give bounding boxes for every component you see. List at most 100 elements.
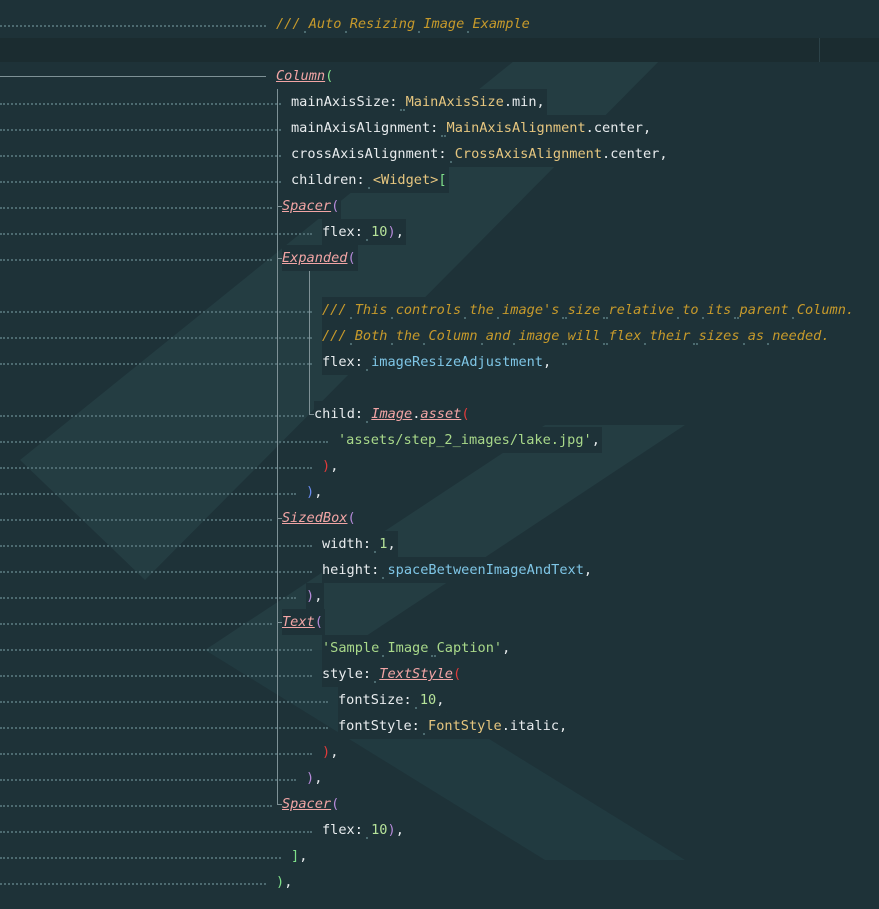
whitespace-dot [559,302,567,318]
code-token: Caption' [436,640,503,656]
whitespace-dot [363,822,371,838]
code-line[interactable]: ), [0,739,879,765]
code-line[interactable]: Expanded( [0,245,879,271]
scroll-divider [819,38,820,62]
code-text: /// Both the Column and image will flex … [322,323,832,349]
indent-whitespace-dots [0,233,312,235]
code-token: style [322,666,363,682]
code-line[interactable]: height: spaceBetweenImageAndText, [0,557,879,583]
indent-whitespace-dots [0,155,281,157]
code-token: <Widget> [372,172,439,188]
code-token: 10 [371,822,388,838]
code-line[interactable]: fontSize: 10, [0,687,879,713]
code-token: image [518,328,560,344]
whitespace-dot [412,692,420,708]
code-line[interactable]: Column( [0,63,879,89]
code-token: : [403,692,412,708]
whitespace-dot [363,224,371,240]
whitespace-dot [371,536,379,552]
code-line[interactable]: crossAxisAlignment: CrossAxisAlignment.c… [0,141,879,167]
code-line[interactable]: Spacer( [0,193,879,219]
code-editor[interactable]: /// Auto Resizing Image Example Column(ma… [0,0,879,909]
code-token: , [299,848,308,864]
code-line[interactable]: 'Sample Image Caption', [0,635,879,661]
code-text: /// Auto Resizing Image Example [276,11,532,37]
whitespace-dot [494,302,502,318]
code-text: ), [322,739,341,765]
code-token: .center, [602,146,668,162]
whitespace-dot [674,302,682,318]
code-token: Both [354,328,388,344]
whitespace-dot [559,328,567,344]
whitespace-dot [438,120,446,136]
code-line[interactable]: ), [0,479,879,505]
code-text: fontSize: 10, [338,687,447,713]
indent-whitespace-dots [0,857,281,859]
indent-whitespace-dots [0,25,266,27]
whitespace-dot [699,302,707,318]
code-line[interactable]: children: <Widget>[ [0,167,879,193]
code-line[interactable]: SizedBox( [0,505,879,531]
code-line[interactable]: ], [0,843,879,869]
whitespace-dot [379,562,387,578]
code-line[interactable]: fontStyle: FontStyle.italic, [0,713,879,739]
code-line[interactable]: ), [0,453,879,479]
code-token: : [438,146,447,162]
code-text: ), [276,869,295,895]
code-line[interactable]: ), [0,765,879,791]
whitespace-dot [731,302,739,318]
code-token: Expanded [282,250,348,266]
code-line[interactable]: Text( [0,609,879,635]
whitespace-dot [363,354,371,370]
code-line[interactable]: width: 1, [0,531,879,557]
code-token: , [543,354,552,370]
code-token: ( [331,198,340,214]
code-line[interactable]: mainAxisSize: MainAxisSize.min, [0,89,879,115]
code-line[interactable]: style: TextStyle( [0,661,879,687]
code-line[interactable]: ), [0,869,879,895]
code-token: spaceBetweenImageAndText [387,562,584,578]
code-line[interactable]: child: Image.asset( [0,401,879,427]
code-token: ) [387,224,396,240]
code-line[interactable]: /// Both the Column and image will flex … [0,323,879,349]
whitespace-dot [789,302,797,318]
code-token: Example [472,16,530,32]
code-token: , [502,640,511,656]
whitespace-dot [347,328,355,344]
code-line[interactable]: mainAxisAlignment: MainAxisAlignment.cen… [0,115,879,141]
code-line[interactable]: /// This controls the image's size relat… [0,297,879,323]
code-line[interactable]: /// Auto Resizing Image Example [0,11,879,37]
code-line[interactable]: 'assets/step_2_images/lake.jpg', [0,427,879,453]
code-token: ) [306,484,315,500]
code-token: Column [428,328,478,344]
sticky-scroll-header [0,38,879,62]
code-token: mainAxisAlignment [291,120,431,136]
indent-whitespace-dots [0,701,328,703]
code-text: 'Sample Image Caption', [322,635,513,661]
code-line[interactable]: Spacer( [0,791,879,817]
code-token: Image [423,16,465,32]
code-token: ( [461,406,470,422]
code-token: , [314,588,323,604]
code-line[interactable]: flex: 10), [0,817,879,843]
code-text: height: spaceBetweenImageAndText, [322,557,595,583]
code-text: Spacer( [282,193,342,219]
code-line[interactable]: flex: imageResizeAdjustment, [0,349,879,375]
code-token: : [354,822,363,838]
code-line[interactable]: ), [0,583,879,609]
code-token: , [330,458,339,474]
code-token: 'assets/step_2_images/lake.jpg' [338,432,592,448]
code-token: to [682,302,699,318]
indent-whitespace-dots [0,493,296,495]
whitespace-dot [510,328,518,344]
whitespace-dot [347,302,355,318]
code-token: fontSize [338,692,404,708]
whitespace-dot [371,666,379,682]
code-token: 10 [419,692,437,708]
code-token: , [387,536,396,552]
code-line[interactable]: flex: 10), [0,219,879,245]
code-text: ), [306,583,325,609]
indent-whitespace-dots [0,545,312,547]
code-text: ), [322,453,341,479]
indent-whitespace-dots [0,727,328,729]
